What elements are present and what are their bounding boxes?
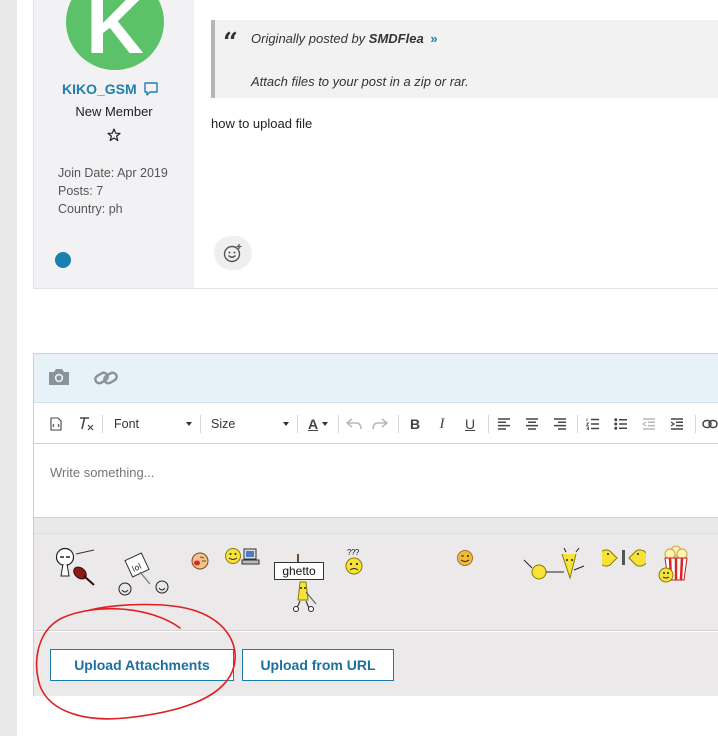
chevron-down-icon [322, 422, 329, 426]
text-color-label: A [307, 416, 319, 432]
user-rank: New Member [75, 104, 153, 119]
chevron-down-icon [186, 422, 192, 426]
quote-block: “ Originally posted by SMDFlea » Attach … [211, 20, 718, 98]
message-icon[interactable] [143, 81, 159, 97]
smiley-ghetto-icon[interactable]: ghetto [274, 554, 326, 614]
camera-icon[interactable] [47, 366, 71, 393]
align-right-icon[interactable] [548, 404, 572, 444]
online-status-dot [55, 252, 71, 268]
toolbar-separator [398, 415, 399, 433]
link-icon[interactable] [92, 366, 120, 395]
text-color-button[interactable]: A [304, 404, 332, 444]
add-reaction-icon [223, 244, 242, 263]
toolbar-separator [488, 415, 489, 433]
smiley-laugh-icon[interactable] [189, 550, 213, 577]
smiley-violin-icon[interactable] [54, 546, 100, 595]
quote-prefix: Originally posted by [251, 31, 366, 46]
toolbar-separator [297, 415, 298, 433]
avatar[interactable]: K [66, 0, 164, 70]
bold-button[interactable]: B [403, 404, 427, 444]
source-mode-icon[interactable] [46, 404, 66, 444]
reply-editor: Font Size A B I U Write something... lol… [33, 353, 718, 696]
user-panel: K KIKO_GSM New Member Join Date: Apr 201… [34, 0, 194, 288]
quote-header: Originally posted by SMDFlea » [251, 31, 438, 46]
editor-toolbar: Font Size A B I U [34, 404, 718, 444]
message-input[interactable] [50, 465, 650, 480]
numbered-list-icon[interactable] [581, 404, 605, 444]
smiley-wink-icon[interactable] [456, 549, 474, 572]
smilies-panel: lol ghetto ??? [34, 534, 718, 631]
left-page-strip [0, 0, 17, 736]
username[interactable]: KIKO_GSM [62, 81, 159, 97]
toolbar-separator [338, 415, 339, 433]
editor-resize-bar[interactable] [34, 517, 718, 534]
undo-icon[interactable] [342, 404, 366, 444]
post-count: Posts: 7 [58, 184, 104, 198]
indent-icon[interactable] [665, 404, 689, 444]
join-date: Join Date: Apr 2019 [58, 166, 168, 180]
underline-button[interactable]: U [458, 404, 482, 444]
align-center-icon[interactable] [520, 404, 544, 444]
smiley-computer-icon[interactable] [224, 546, 262, 573]
smiley-pacman-icon[interactable] [597, 547, 649, 574]
outdent-icon[interactable] [637, 404, 661, 444]
avatar-letter: K [86, 0, 144, 70]
editor-text-area[interactable] [34, 445, 718, 517]
upload-from-url-button[interactable]: Upload from URL [242, 649, 394, 681]
toolbar-separator [200, 415, 201, 433]
italic-button[interactable]: I [430, 404, 454, 444]
star-icon [107, 128, 121, 147]
post-message: how to upload file [211, 116, 313, 131]
font-dropdown[interactable]: Font [114, 413, 192, 435]
align-left-icon[interactable] [492, 404, 516, 444]
username-label[interactable]: KIKO_GSM [62, 81, 137, 97]
forum-post: K KIKO_GSM New Member Join Date: Apr 201… [33, 0, 718, 289]
quote-text: Attach files to your post in a zip or ra… [251, 74, 469, 89]
insert-link-icon[interactable] [698, 404, 718, 444]
editor-attach-bar [34, 354, 718, 403]
font-dropdown-label: Font [114, 417, 140, 431]
chevron-down-icon [283, 422, 289, 426]
smiley-lol-icon[interactable]: lol [116, 552, 176, 607]
smiley-popcorn-icon[interactable] [654, 544, 698, 591]
country: Country: ph [58, 202, 123, 216]
toolbar-separator [102, 415, 103, 433]
bullet-list-icon[interactable] [609, 404, 633, 444]
user-info: Join Date: Apr 2019 Posts: 7 Country: ph [58, 164, 168, 218]
clear-formatting-icon[interactable] [74, 404, 98, 444]
size-dropdown-label: Size [211, 417, 236, 431]
toolbar-separator [695, 415, 696, 433]
editor-actions: Upload Attachments Upload from URL [34, 632, 718, 696]
quote-author: SMDFlea [368, 31, 424, 46]
quote-jump-link[interactable]: » [430, 31, 437, 46]
add-reaction-button[interactable] [214, 236, 252, 270]
smiley-fishing-icon[interactable] [522, 547, 588, 589]
size-dropdown[interactable]: Size [211, 413, 289, 435]
redo-icon[interactable] [368, 404, 392, 444]
upload-attachments-button[interactable]: Upload Attachments [50, 649, 234, 681]
toolbar-separator [577, 415, 578, 433]
ghetto-sign-text: ghetto [274, 562, 324, 580]
quote-icon: “ [223, 28, 238, 58]
